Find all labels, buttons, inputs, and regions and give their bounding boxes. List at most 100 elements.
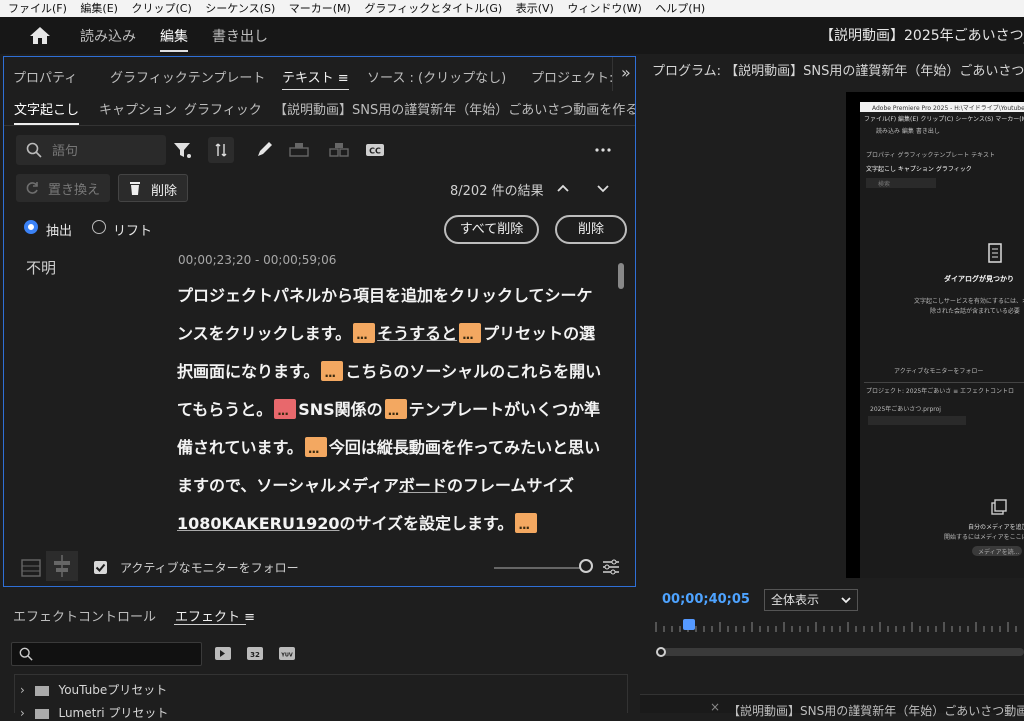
thumb-workspace-tabs: 読み込み 編集 書き出し [876, 128, 940, 135]
chevron-right-icon[interactable]: › [20, 706, 25, 720]
menu-edit[interactable]: 編集(E) [80, 0, 118, 17]
pause-marker[interactable] [459, 319, 482, 357]
folder-icon [34, 708, 49, 719]
replace-label: 置き換え [48, 183, 101, 198]
radio-lift[interactable] [92, 220, 106, 234]
svg-text:CC: CC [369, 147, 381, 156]
transcript-text[interactable]: プロジェクトパネルから項目を追加をクリックしてシーケンスをクリックします。そうす… [177, 277, 607, 547]
tab-effect-controls[interactable]: エフェクトコントロール [13, 606, 156, 625]
zoom-scroll-bar[interactable] [662, 648, 1024, 656]
transcript-segment[interactable]: 1080KAKERU1920 [177, 514, 339, 533]
delete-all-button[interactable]: すべて削除 [444, 215, 539, 244]
tab-import[interactable]: 読み込み [80, 26, 136, 46]
transcript-segment[interactable]: ボード [399, 476, 447, 495]
filter-icon[interactable] [170, 137, 196, 163]
replace-button[interactable]: 置き換え [16, 174, 110, 202]
delete-pill-button[interactable]: 削除 [555, 215, 627, 244]
menu-clip[interactable]: クリップ(C) [131, 0, 191, 17]
delete-button[interactable]: 削除 [118, 174, 188, 202]
pause-marker[interactable] [384, 395, 407, 433]
menu-help[interactable]: ヘルプ(H) [655, 0, 705, 17]
effects-search [11, 642, 202, 666]
tab-properties[interactable]: プロパティ [13, 67, 77, 86]
tree-item-label: Lumetri プリセット [58, 706, 169, 720]
follow-monitor-label: アクティブなモニターをフォロー [120, 561, 299, 575]
chevron-right-icon[interactable]: › [20, 683, 25, 697]
thumb-search-label: 検索 [878, 181, 891, 188]
transcript-segment[interactable]: そうすると [377, 324, 457, 343]
sync-scroll-icon [215, 143, 227, 157]
zoom-level-value: 全体表示 [771, 593, 820, 607]
playhead-marker[interactable] [683, 619, 695, 630]
follow-monitor-checkbox[interactable] [94, 561, 107, 574]
tab-edit[interactable]: 編集 [160, 26, 188, 46]
more-tabs-icon[interactable]: » [621, 63, 631, 82]
sequence-name: 【説明動画】SNS用の謹賀新年（年始）ごあいさつ動画を作る [274, 103, 636, 118]
tree-item-lumetri-presets[interactable]: › Lumetri プリセット [20, 704, 168, 721]
timeline-align-button[interactable] [46, 551, 78, 581]
text-size-slider[interactable] [494, 567, 580, 569]
menu-sequence[interactable]: シーケンス(S) [205, 0, 275, 17]
tab-source[interactable]: ソース : (クリップなし) [367, 67, 506, 86]
pause-marker[interactable] [321, 357, 344, 395]
subtab-transcript[interactable]: 文字起こし [14, 99, 80, 125]
pause-marker[interactable] [515, 509, 538, 547]
zoom-level-select[interactable]: 全体表示 [764, 589, 858, 611]
menu-graphics[interactable]: グラフィックとタイトル(G) [364, 0, 502, 17]
transcript-scrollbar[interactable] [618, 263, 624, 289]
tab-effects[interactable]: エフェクト ≡ [175, 606, 255, 625]
thumb-project-tab: プロジェクト: 2025年ごあいさ ≡ エフェクトコントロ [866, 388, 1015, 395]
program-monitor-viewer[interactable]: Adobe Premiere Pro 2025 - H:\マイドライブ\Yout… [846, 92, 1024, 578]
more-options-icon[interactable] [590, 137, 616, 163]
tree-item-youtube-presets[interactable]: › YouTubeプリセット [20, 681, 167, 698]
radio-extract[interactable] [24, 220, 38, 234]
scroll-bar-handle[interactable] [656, 647, 666, 657]
slider-thumb[interactable] [579, 559, 593, 573]
create-captions-icon[interactable]: CC [362, 137, 388, 163]
pause-marker[interactable] [353, 319, 376, 357]
menu-window[interactable]: ウィンドウ(W) [567, 0, 641, 17]
media-import-icon [991, 499, 1007, 515]
effects-search-input[interactable] [38, 645, 202, 665]
subtab-graphics[interactable]: グラフィック [184, 99, 262, 118]
yuv-effects-icon[interactable]: YUV [278, 646, 296, 661]
time-ruler[interactable] [654, 620, 1024, 632]
chevron-down-icon[interactable] [596, 181, 610, 195]
chevron-up-icon[interactable] [556, 181, 570, 195]
playhead-timecode[interactable]: 00;00;40;05 [662, 592, 750, 607]
subtab-captions[interactable]: キャプション [99, 99, 177, 118]
32bit-effects-icon[interactable]: 32 [246, 646, 264, 661]
timeline-sequence-tab[interactable]: 【説明動画】SNS用の謹賀新年（年始）ごあいさつ動画 [728, 702, 1024, 719]
speaker-label[interactable]: 不明 [26, 257, 56, 278]
text-panel: プロパティ グラフィックテンプレート テキスト ≡ ソース : (クリップなし)… [3, 56, 636, 587]
menu-marker[interactable]: マーカー(M) [289, 0, 351, 17]
thumb-panel-tabs: プロパティ グラフィックテンプレート テキスト [866, 152, 995, 159]
tab-project[interactable]: プロジェクト: [531, 67, 613, 86]
active-tab-indicator [160, 50, 188, 52]
transcript-search [16, 135, 166, 165]
sync-scroll-button[interactable] [208, 137, 234, 163]
pause-marker[interactable] [304, 433, 327, 471]
divider [4, 125, 635, 126]
pencil-icon[interactable] [252, 137, 278, 163]
merge-segments-icon[interactable] [286, 137, 312, 163]
transcript-segment[interactable]: のサイズを設定します。 [339, 514, 513, 533]
tab-export[interactable]: 書き出し [212, 26, 268, 46]
tab-text[interactable]: テキスト ≡ [282, 67, 349, 90]
accelerated-effects-icon[interactable] [214, 646, 232, 661]
caption-track-icon[interactable] [18, 555, 44, 581]
split-segment-icon[interactable] [326, 137, 352, 163]
settings-sliders-icon[interactable] [601, 557, 621, 577]
home-icon[interactable] [28, 25, 52, 45]
pause-marker-selected[interactable] [274, 395, 297, 433]
tab-graphic-templates[interactable]: グラフィックテンプレート [110, 67, 265, 86]
check-icon [95, 563, 106, 572]
thumb-follow: アクティブなモニターをフォロー [894, 368, 984, 375]
menu-file[interactable]: ファイル(F) [8, 0, 67, 17]
radio-lift-label: リフト [113, 224, 153, 239]
search-input[interactable] [50, 141, 162, 161]
transcript-segment[interactable]: SNS関係の [298, 400, 382, 419]
menu-view[interactable]: 表示(V) [516, 0, 554, 17]
tree-item-label: YouTubeプリセット [58, 683, 168, 697]
transcript-segment[interactable]: のフレームサイズ [447, 476, 574, 495]
